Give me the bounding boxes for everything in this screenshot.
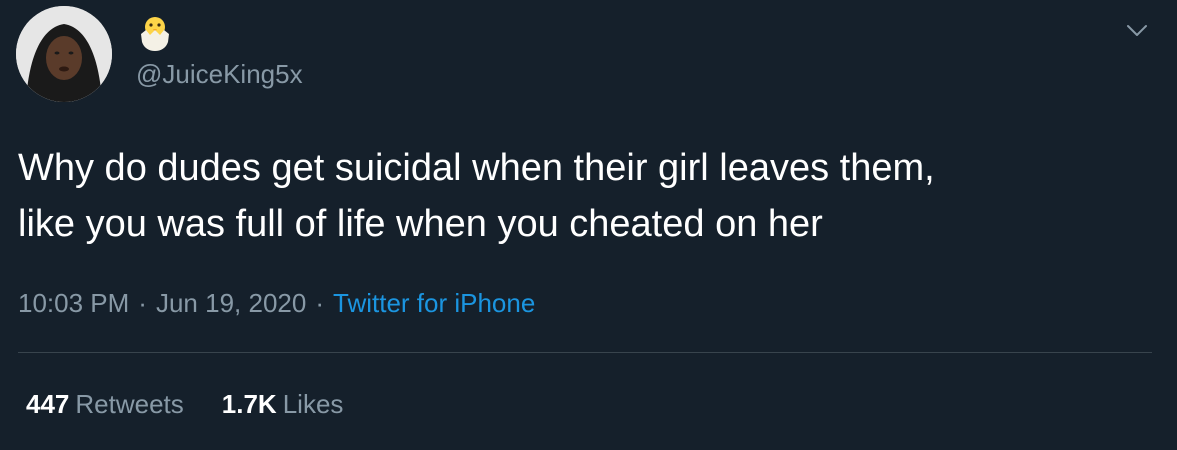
retweets-label: Retweets: [75, 389, 184, 419]
tweet-text-line: like you was full of life when you cheat…: [18, 203, 823, 245]
tweet-stats: 447 Retweets 1.7K Likes: [26, 386, 343, 422]
hatching-chick-icon: [138, 14, 172, 52]
tweet-metadata: 10:03 PM · Jun 19, 2020 · Twitter for iPhone: [18, 285, 535, 321]
meta-separator: ·: [138, 288, 147, 318]
tweet-text: Why do dudes get suicidal when their gir…: [18, 140, 1158, 252]
retweets-stat[interactable]: 447 Retweets: [26, 386, 184, 422]
meta-separator: ·: [315, 288, 324, 318]
divider: [18, 352, 1152, 353]
likes-label: Likes: [282, 389, 344, 419]
chevron-down-icon[interactable]: [1124, 20, 1150, 40]
author-handle[interactable]: @JuiceKing5x: [136, 58, 303, 90]
tweet-card: @JuiceKing5x Why do dudes get suicidal w…: [0, 0, 1177, 450]
likes-stat[interactable]: 1.7K Likes: [222, 386, 344, 422]
likes-count: 1.7K: [221, 389, 277, 419]
profile-photo-icon: [16, 6, 112, 102]
avatar[interactable]: [16, 6, 112, 102]
tweet-time[interactable]: 10:03 PM: [18, 288, 129, 318]
tweet-date[interactable]: Jun 19, 2020: [156, 288, 306, 318]
retweets-count: 447: [26, 389, 70, 419]
tweet-source-link[interactable]: Twitter for iPhone: [333, 288, 535, 318]
tweet-text-line: Why do dudes get suicidal when their gir…: [18, 147, 935, 189]
